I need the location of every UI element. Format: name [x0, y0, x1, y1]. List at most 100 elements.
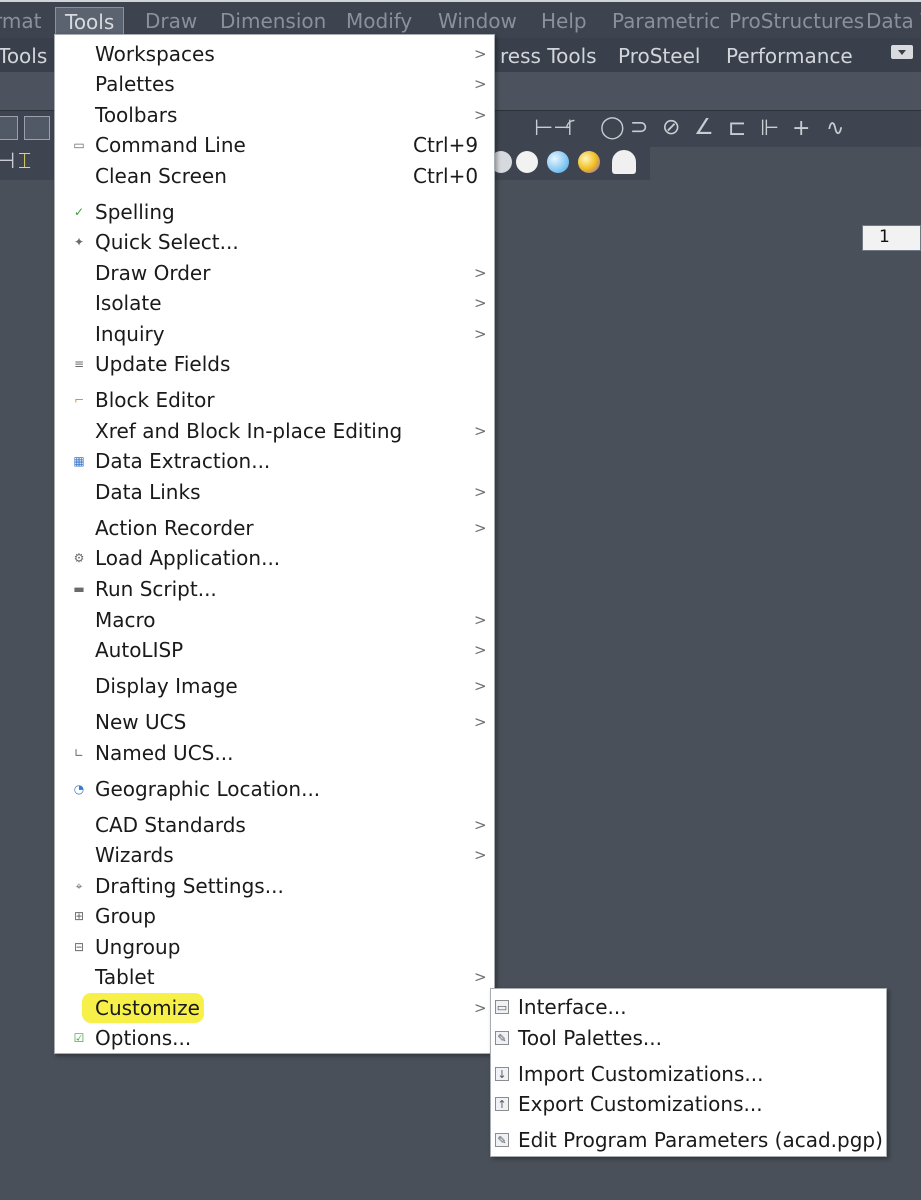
block-editor-icon: ⌐: [73, 393, 85, 407]
menubar-item-modify[interactable]: Modify: [346, 9, 412, 33]
submenu-item-import-customizations[interactable]: ↓ Import Customizations...: [491, 1060, 886, 1090]
menu-item-autolisp[interactable]: AutoLISP >: [55, 636, 494, 666]
menu-item-label: Tablet: [95, 965, 155, 989]
menu-item-tablet[interactable]: Tablet >: [55, 963, 494, 993]
menubar-item-data[interactable]: Data V: [866, 9, 921, 33]
menubar-item-dimension[interactable]: Dimension: [220, 9, 326, 33]
menubar-item-parametric[interactable]: Parametric: [612, 9, 720, 33]
arc-dimension-icon[interactable]: ◜: [566, 117, 575, 139]
box-icon[interactable]: [24, 116, 50, 140]
dimension-scale-input[interactable]: 1: [862, 225, 921, 251]
menubar-item-prostructures[interactable]: ProStructures: [729, 9, 864, 33]
render-icon[interactable]: [612, 150, 636, 174]
menu-item-spelling[interactable]: ✓ Spelling: [55, 198, 494, 228]
material-white-icon[interactable]: [516, 151, 538, 173]
submenu-item-interface[interactable]: ▭ Interface...: [491, 993, 886, 1023]
menu-item-command-line[interactable]: ▭ Command Line Ctrl+9: [55, 131, 494, 161]
menu-item-label: Isolate: [95, 291, 162, 315]
menu-item-display-image[interactable]: Display Image >: [55, 672, 494, 702]
menu-item-data-links[interactable]: Data Links >: [55, 478, 494, 508]
spelling-icon: ✓: [73, 205, 85, 219]
menu-item-new-ucs[interactable]: New UCS >: [55, 708, 494, 738]
tool-button-2[interactable]: ⊣: [0, 151, 15, 173]
menu-item-label: Macro: [95, 608, 156, 632]
angular-dimension-icon[interactable]: ∠: [694, 117, 714, 139]
menu-item-inquiry[interactable]: Inquiry >: [55, 320, 494, 350]
menu-item-label: Run Script...: [95, 577, 217, 601]
menu-item-label: Customize: [95, 996, 200, 1020]
menu-item-options[interactable]: ☑ Options...: [55, 1024, 494, 1054]
material-blue-icon[interactable]: [547, 151, 569, 173]
menu-item-customize[interactable]: Customize >: [55, 994, 494, 1024]
diameter-dimension-icon[interactable]: ⊘: [662, 117, 680, 139]
submenu-item-export-customizations[interactable]: ↑ Export Customizations...: [491, 1090, 886, 1120]
menu-item-wizards[interactable]: Wizards >: [55, 841, 494, 871]
menu-item-label: Group: [95, 904, 156, 928]
ribbon-tab-prosteel[interactable]: ProSteel: [618, 44, 700, 68]
menu-item-label: Toolbars: [95, 103, 178, 127]
menu-item-shortcut: Ctrl+9: [413, 133, 479, 157]
menu-item-ungroup[interactable]: ⊟ Ungroup: [55, 933, 494, 963]
menu-item-update-fields[interactable]: ≡ Update Fields: [55, 350, 494, 380]
menu-item-load-application[interactable]: ⚙ Load Application...: [55, 544, 494, 574]
menu-item-palettes[interactable]: Palettes >: [55, 70, 494, 100]
menu-item-block-editor[interactable]: ⌐ Block Editor: [55, 386, 494, 416]
menu-item-geographic-location[interactable]: ◔ Geographic Location...: [55, 775, 494, 805]
menu-item-label: Workspaces: [95, 42, 215, 66]
submenu-item-label: Export Customizations...: [518, 1092, 763, 1116]
submenu-item-tool-palettes[interactable]: ✎ Tool Palettes...: [491, 1024, 886, 1054]
tool-button-1[interactable]: [0, 116, 18, 140]
menu-item-xref-block-editing[interactable]: Xref and Block In-place Editing >: [55, 417, 494, 447]
menu-item-drafting-settings[interactable]: ⌖ Drafting Settings...: [55, 872, 494, 902]
submenu-item-label: Edit Program Parameters (acad.pgp): [518, 1128, 883, 1152]
menu-item-label: Wizards: [95, 843, 174, 867]
menu-item-label: Spelling: [95, 200, 175, 224]
menu-item-label: Quick Select...: [95, 230, 239, 254]
submenu-item-edit-program-parameters[interactable]: ✎ Edit Program Parameters (acad.pgp): [491, 1126, 886, 1156]
jogged-dimension-icon[interactable]: ⊃: [630, 117, 648, 139]
tool-button-3[interactable]: ⌶: [18, 151, 31, 173]
menubar-item-format[interactable]: rmat: [0, 9, 41, 33]
data-extraction-icon: ▦: [73, 454, 85, 468]
menu-item-label: New UCS: [95, 710, 187, 734]
ribbon-dropdown-icon[interactable]: [891, 45, 913, 59]
menu-item-clean-screen[interactable]: Clean Screen Ctrl+0: [55, 162, 494, 192]
menu-bar: rmat Tools Draw Dimension Modify Window …: [0, 0, 921, 38]
menu-item-toolbars[interactable]: Toolbars >: [55, 101, 494, 131]
ribbon-tab-express-tools[interactable]: ress Tools: [500, 44, 597, 68]
menubar-item-help[interactable]: Help: [541, 9, 587, 33]
menu-item-group[interactable]: ⊞ Group: [55, 902, 494, 932]
menubar-item-window[interactable]: Window: [438, 9, 517, 33]
menu-item-named-ucs[interactable]: ∟ Named UCS...: [55, 739, 494, 769]
menubar-item-draw[interactable]: Draw: [145, 9, 197, 33]
menu-item-draw-order[interactable]: Draw Order >: [55, 259, 494, 289]
menu-item-cad-standards[interactable]: CAD Standards >: [55, 811, 494, 841]
menu-item-label: Draw Order: [95, 261, 211, 285]
menu-item-label: Data Links: [95, 480, 201, 504]
chevron-right-icon: >: [474, 641, 487, 659]
menu-item-isolate[interactable]: Isolate >: [55, 289, 494, 319]
menu-item-run-script[interactable]: ▬ Run Script...: [55, 575, 494, 605]
radius-dimension-icon[interactable]: ◯: [600, 117, 625, 139]
update-fields-icon: ≡: [73, 357, 85, 371]
chevron-right-icon: >: [474, 713, 487, 731]
menu-item-label: Block Editor: [95, 388, 215, 412]
ribbon-tab-tools[interactable]: Tools: [0, 44, 47, 68]
menu-item-label: Action Recorder: [95, 516, 254, 540]
tools-menu: Workspaces > Palettes > Toolbars > ▭ Command…: [54, 34, 495, 1054]
center-mark-icon[interactable]: +: [792, 118, 810, 140]
menu-item-data-extraction[interactable]: ▦ Data Extraction...: [55, 447, 494, 477]
menu-item-quick-select[interactable]: ✦ Quick Select...: [55, 228, 494, 258]
menu-item-label: Geographic Location...: [95, 777, 321, 801]
menu-item-action-recorder[interactable]: Action Recorder >: [55, 514, 494, 544]
continue-dimension-icon[interactable]: ⊩: [760, 118, 779, 140]
jogged-linear-icon[interactable]: ∿: [826, 118, 844, 140]
command-line-icon: ▭: [73, 138, 85, 152]
menu-item-macro[interactable]: Macro >: [55, 606, 494, 636]
material-globe-icon[interactable]: [578, 151, 600, 173]
menubar-item-tools[interactable]: Tools: [55, 7, 125, 35]
menu-item-workspaces[interactable]: Workspaces >: [55, 40, 494, 70]
baseline-dimension-icon[interactable]: ⊏: [728, 118, 746, 140]
ribbon-tab-performance[interactable]: Performance: [726, 44, 853, 68]
chevron-right-icon: >: [474, 45, 487, 63]
